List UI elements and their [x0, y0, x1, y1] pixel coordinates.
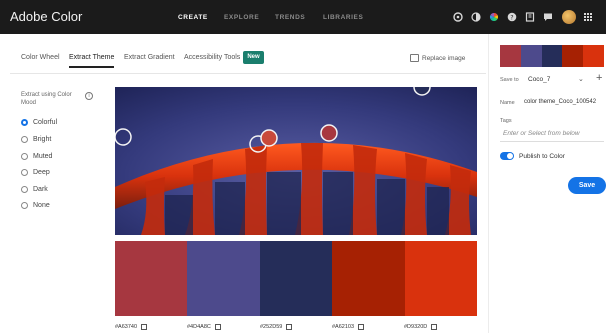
mood-label: Dark	[33, 186, 48, 193]
contrast-icon[interactable]	[471, 12, 481, 22]
right-panel-divider	[488, 34, 489, 333]
save-to-label: Save to	[500, 77, 519, 83]
swatch-4[interactable]	[332, 241, 405, 316]
mood-option-deep[interactable]: Deep	[21, 169, 50, 176]
mood-label: Deep	[33, 169, 50, 176]
tags-label: Tags	[500, 118, 512, 124]
copy-icon[interactable]	[214, 324, 221, 330]
source-image[interactable]	[115, 87, 477, 235]
add-library-button[interactable]: +	[596, 72, 602, 84]
nav-create[interactable]: CREATE	[178, 14, 208, 21]
radio[interactable]	[21, 202, 28, 209]
mood-option-none[interactable]: None	[21, 202, 50, 209]
copy-icon[interactable]	[141, 324, 148, 330]
chat-icon[interactable]	[543, 12, 553, 22]
radio[interactable]	[21, 136, 28, 143]
preview-swatch	[583, 45, 604, 67]
brand-logo[interactable]: Adobe Color	[10, 9, 82, 24]
mood-label: Muted	[33, 153, 53, 160]
tab-color-wheel[interactable]: Color Wheel	[21, 54, 60, 61]
tabs-divider	[10, 73, 486, 74]
save-button[interactable]: Save	[568, 177, 606, 194]
nav-libraries[interactable]: LIBRARIES	[323, 14, 363, 21]
preview-swatch	[500, 45, 521, 67]
hex-label-4: #A62103	[332, 324, 365, 330]
avatar[interactable]	[562, 10, 576, 24]
tags-input[interactable]: Enter or Select from below	[500, 128, 604, 142]
hex-label-2: #4D4A8C	[187, 324, 221, 330]
swatch-5[interactable]	[404, 241, 478, 316]
theme-swatch-strip	[115, 241, 478, 316]
top-bar: Adobe Color CREATE EXPLORE TRENDS LIBRAR…	[0, 0, 606, 34]
tab-extract-gradient[interactable]: Extract Gradient	[124, 54, 175, 61]
copy-icon[interactable]	[286, 324, 293, 330]
preview-swatch	[520, 45, 542, 67]
mood-option-bright[interactable]: Bright	[21, 136, 51, 143]
publish-label: Publish to Color	[519, 153, 565, 160]
mood-title: Extract using Color Mood	[21, 92, 72, 106]
copy-icon[interactable]	[358, 324, 365, 330]
image-icon[interactable]	[410, 54, 419, 62]
theme-preview	[500, 45, 604, 67]
nav-explore[interactable]: EXPLORE	[224, 14, 259, 21]
mood-label: None	[33, 202, 50, 209]
mood-label: Colorful	[33, 119, 58, 126]
help-icon[interactable]	[453, 12, 463, 22]
preview-swatch	[541, 45, 563, 67]
theme-name-field[interactable]: color theme_Coco_100542	[524, 99, 596, 105]
preview-swatch	[562, 45, 584, 67]
mood-option-dark[interactable]: Dark	[21, 186, 48, 193]
replace-image-link[interactable]: Replace image	[422, 55, 465, 62]
library-select[interactable]: Coco_7	[528, 76, 550, 83]
copy-icon[interactable]	[431, 324, 438, 330]
svg-text:?: ?	[510, 14, 513, 21]
mood-label: Bright	[33, 136, 52, 143]
chevron-down-icon[interactable]: ⌄	[578, 75, 584, 83]
apps-grid-icon[interactable]	[583, 12, 593, 22]
nav-trends[interactable]: TRENDS	[275, 14, 305, 21]
tab-extract-theme[interactable]: Extract Theme	[69, 54, 114, 61]
tab-accessibility-tools[interactable]: Accessibility Tools	[184, 54, 240, 61]
hex-value-row: #A63740 #4D4A8C #252D59 #A62103 #D9320D	[115, 324, 477, 333]
color-wheel-icon[interactable]	[489, 12, 499, 22]
image-illustration	[115, 87, 477, 235]
publish-toggle[interactable]	[500, 152, 514, 160]
mood-option-colorful[interactable]: Colorful	[21, 119, 57, 126]
swatch-3[interactable]	[259, 241, 333, 316]
new-badge: New	[243, 51, 264, 64]
question-icon[interactable]: ?	[507, 12, 517, 22]
active-tab-indicator	[69, 66, 114, 68]
info-icon[interactable]: i	[85, 92, 93, 100]
radio[interactable]	[21, 153, 28, 160]
radio-selected[interactable]	[21, 119, 28, 126]
mood-option-muted[interactable]: Muted	[21, 153, 52, 160]
swatch-1[interactable]	[115, 241, 188, 316]
swatch-2[interactable]	[187, 241, 260, 316]
radio[interactable]	[21, 169, 28, 176]
radio[interactable]	[21, 186, 28, 193]
hex-label-3: #252D59	[260, 324, 293, 330]
library-icon[interactable]	[525, 12, 535, 22]
hex-label-1: #A63740	[115, 324, 148, 330]
picker-marker	[260, 129, 278, 147]
hex-label-5: #D9320D	[404, 324, 438, 330]
name-label: Name	[500, 100, 515, 106]
picker-marker	[320, 124, 338, 142]
